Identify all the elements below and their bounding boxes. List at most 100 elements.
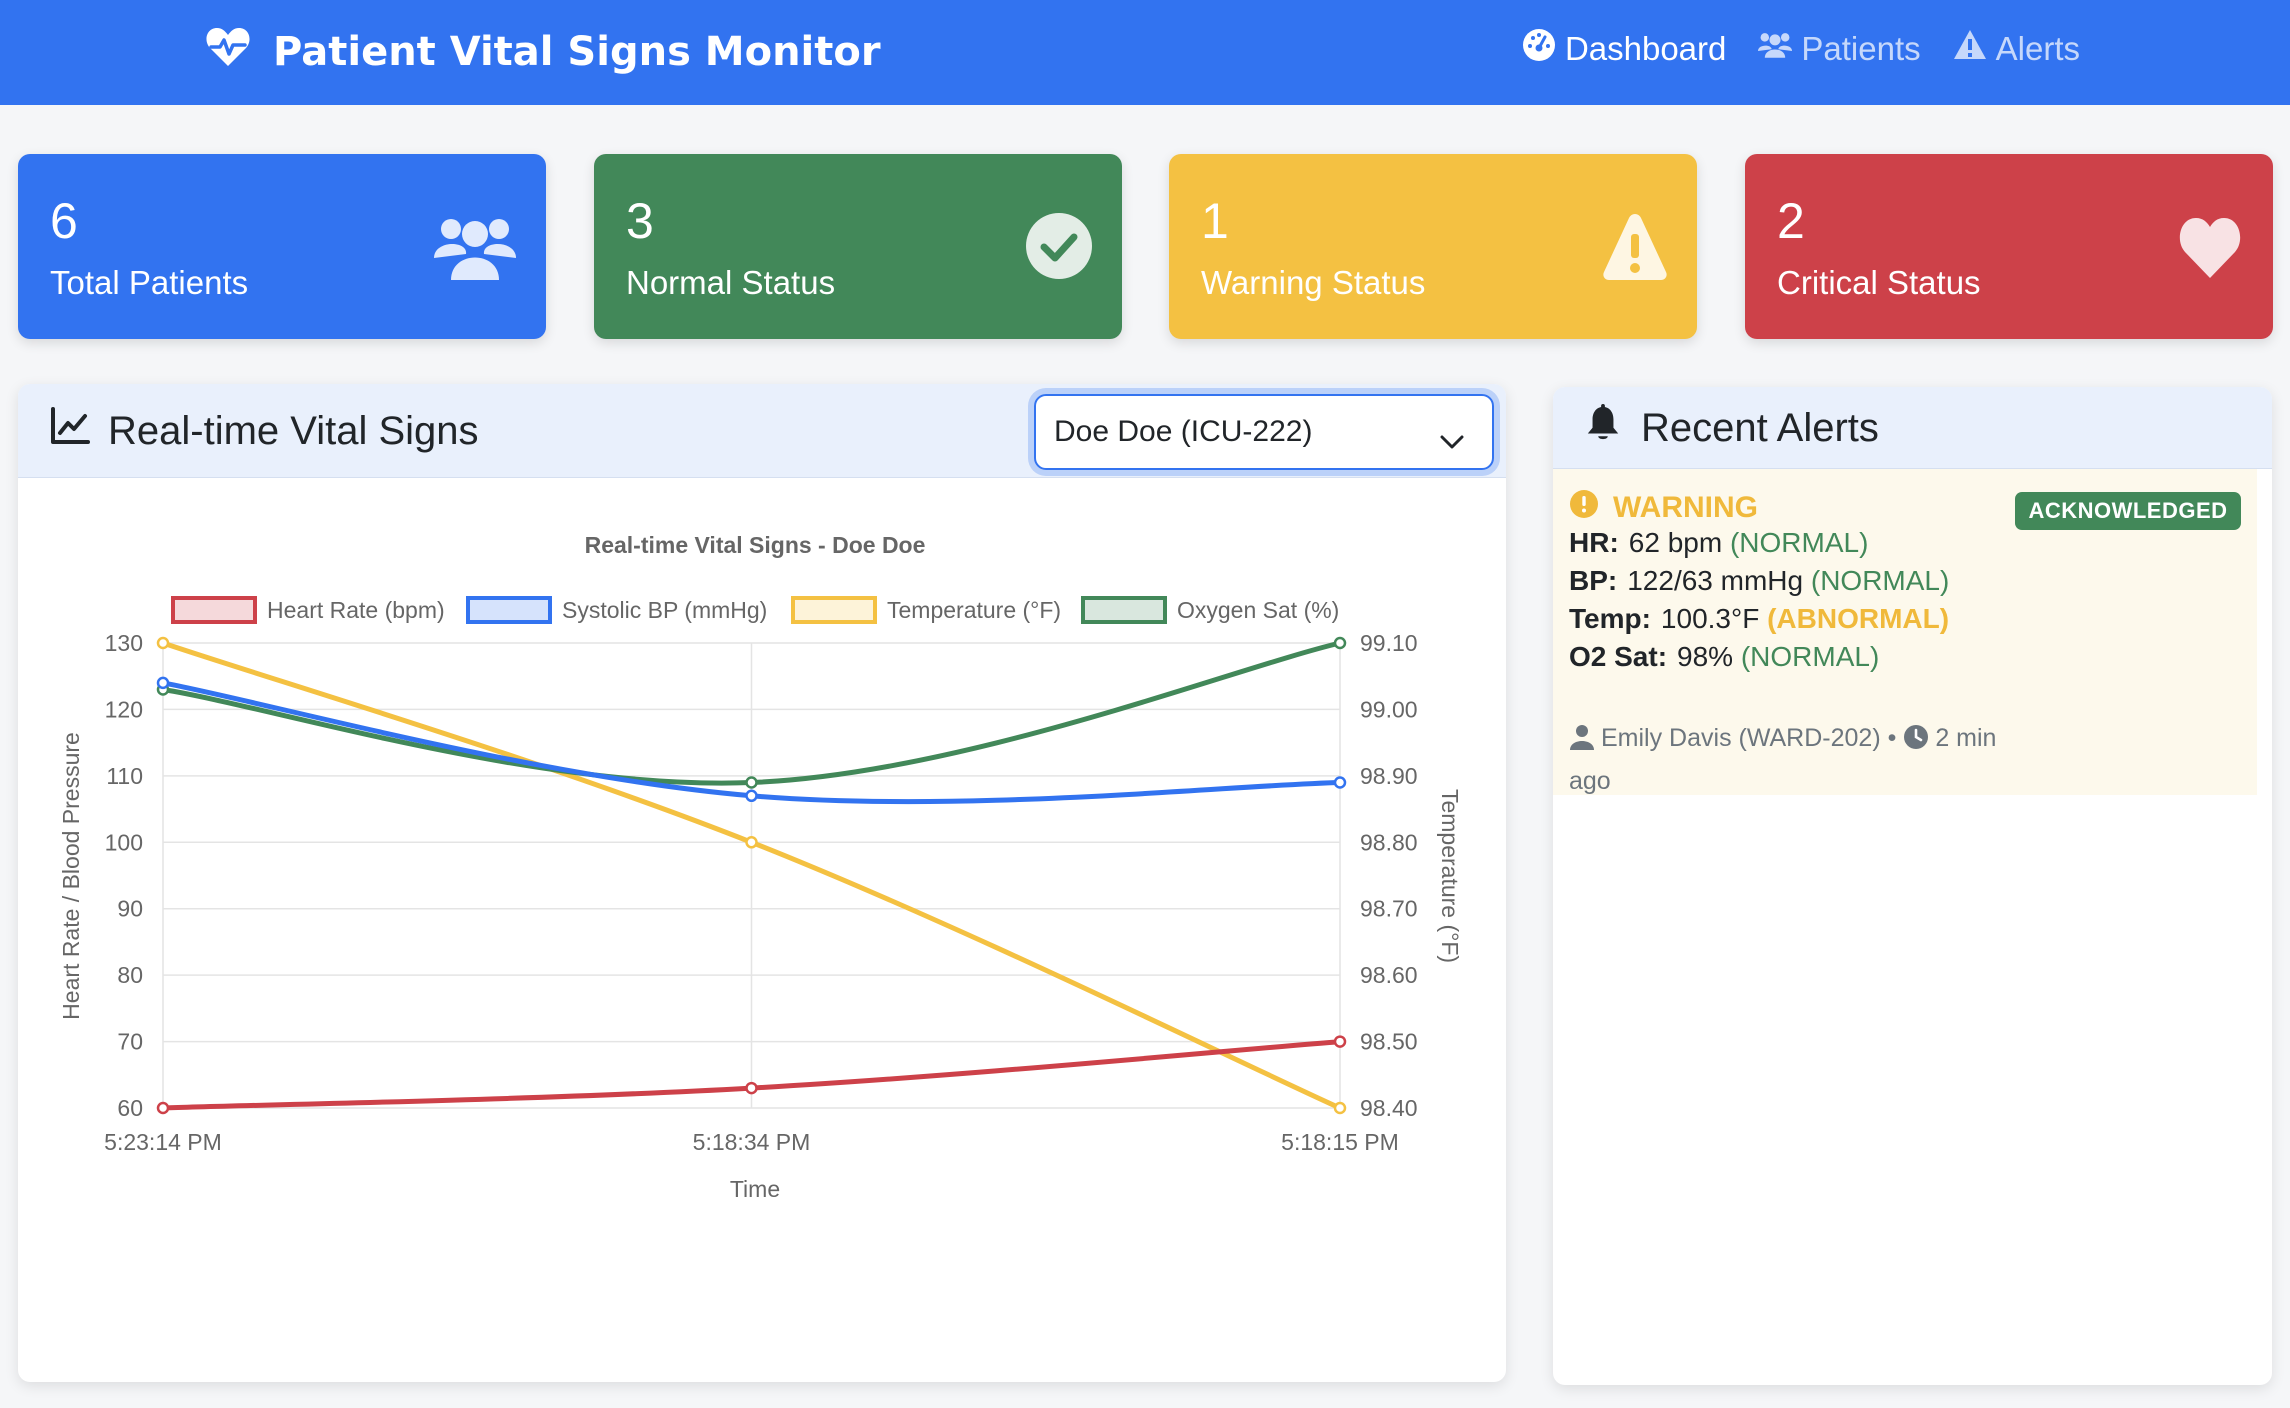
stat-card-warning: 1 Warning Status (1169, 154, 1697, 339)
users-icon (1758, 28, 1793, 70)
reading-label: HR: (1569, 527, 1619, 558)
reading-label: Temp: (1569, 603, 1651, 634)
x-tick: 5:23:14 PM (104, 1129, 222, 1155)
users-icon (434, 210, 516, 282)
x-tick: 5:18:15 PM (1281, 1129, 1399, 1155)
stat-card-normal: 3 Normal Status (594, 154, 1122, 339)
y-tick-right: 98.70 (1360, 896, 1418, 922)
meta-separator: • (1887, 724, 1897, 752)
y-tick-left: 80 (117, 962, 143, 988)
y-tick-left: 60 (117, 1095, 143, 1121)
data-point (156, 676, 170, 690)
alert-meta: Emily Davis (WARD-202) • 2 min ago (1569, 717, 2029, 803)
user-icon (1569, 724, 1601, 752)
reading-status: (NORMAL) (1740, 641, 1880, 672)
data-point (745, 776, 758, 789)
nav-patients-label: Patients (1801, 30, 1921, 67)
data-point (156, 636, 170, 650)
clock-icon (1903, 724, 1935, 752)
check-circle-icon (1010, 210, 1092, 282)
y-tick-left: 130 (105, 630, 143, 656)
reading-value: 122/63 mmHg (1627, 565, 1804, 596)
heart-pulse-icon (205, 26, 251, 78)
alert-reading-bp: BP: 122/63 mmHg (NORMAL) (1569, 565, 1949, 597)
alert-patient: Emily Davis (WARD-202) (1601, 724, 1881, 752)
data-point (745, 789, 758, 803)
gauge-icon (1522, 28, 1556, 70)
stat-label: Warning Status (1201, 264, 1426, 301)
alerts-title-text: Recent Alerts (1641, 405, 1879, 450)
stat-card-critical: 2 Critical Status (1745, 154, 2273, 339)
y-tick-left: 90 (117, 896, 143, 922)
legend-swatch (1081, 596, 1167, 624)
x-axis-label: Time (730, 1176, 780, 1202)
data-point (1333, 636, 1347, 650)
bell-icon (1583, 404, 1623, 452)
heart-icon (2161, 210, 2243, 282)
data-point (156, 1101, 170, 1115)
y-tick-left: 70 (117, 1029, 143, 1055)
x-tick: 5:18:34 PM (693, 1129, 811, 1155)
y-tick-right: 98.50 (1360, 1029, 1418, 1055)
y-tick-left: 110 (106, 763, 143, 789)
chart-title: Real-time Vital Signs - Doe Doe (585, 532, 926, 558)
alert-reading-o2: O2 Sat: 98% (NORMAL) (1569, 641, 1879, 673)
y-tick-right: 98.90 (1360, 763, 1418, 789)
reading-status: (NORMAL) (1810, 565, 1950, 596)
alert-item[interactable]: WARNING ACKNOWLEDGED HR: 62 bpm (NORMAL) … (1553, 469, 2257, 795)
nav-dashboard[interactable]: Dashboard (1522, 28, 1726, 70)
alert-reading-hr: HR: 62 bpm (NORMAL) (1569, 527, 1868, 559)
stat-value: 6 (50, 193, 78, 249)
data-point (1333, 1035, 1347, 1048)
legend-swatch (791, 596, 877, 624)
warning-icon (1953, 28, 1987, 70)
legend-label: Oxygen Sat (%) (1177, 597, 1339, 623)
y-axis-label-left: Heart Rate / Blood Pressure (58, 732, 84, 1020)
warning-icon (1585, 210, 1667, 282)
y-tick-left: 120 (105, 696, 143, 722)
y-axis-label-right: Temperature (°F) (1437, 789, 1463, 963)
reading-value: 100.3°F (1660, 603, 1760, 634)
legend-swatch (466, 596, 552, 624)
y-tick-right: 98.40 (1360, 1095, 1418, 1121)
stat-value: 1 (1201, 193, 1229, 249)
y-tick-right: 99.00 (1360, 696, 1418, 722)
alerts-panel: Recent Alerts WARNING ACKNOWLEDGED HR: 62… (1553, 387, 2272, 1385)
legend-label: Systolic BP (mmHg) (562, 597, 767, 623)
navbar: Patient Vital Signs Monitor Dashboard Pa… (0, 0, 2290, 105)
data-point (745, 836, 758, 849)
data-point (745, 1081, 758, 1095)
alert-reading-temp: Temp: 100.3°F (ABNORMAL) (1569, 603, 1949, 635)
vitals-panel: Real-time Vital Signs Doe Doe (ICU-222) … (18, 384, 1506, 1382)
y-tick-right: 98.80 (1360, 829, 1418, 855)
data-point (1333, 1101, 1347, 1115)
y-tick-left: 100 (105, 829, 143, 855)
stat-label: Normal Status (626, 264, 836, 301)
legend-swatch (171, 596, 257, 624)
y-tick-right: 99.10 (1360, 630, 1418, 656)
stat-label: Critical Status (1777, 264, 1981, 301)
alerts-panel-header: Recent Alerts (1553, 387, 2272, 469)
nav-alerts-label: Alerts (1995, 30, 2080, 67)
nav-alerts[interactable]: Alerts (1953, 28, 2080, 70)
reading-status: (ABNORMAL) (1767, 603, 1950, 634)
alerts-panel-title: Recent Alerts (1583, 404, 1879, 452)
brand-title: Patient Vital Signs Monitor (273, 29, 881, 75)
stat-label: Total Patients (50, 264, 249, 301)
nav-patients[interactable]: Patients (1758, 28, 1921, 70)
legend-label: Heart Rate (bpm) (267, 597, 445, 623)
stat-value: 3 (626, 193, 654, 249)
vital-signs-chart: 130 99.10 120 99.00 110 98.90 100 98.80 90 98.70 8… (58, 532, 1463, 1202)
reading-label: O2 Sat: (1569, 641, 1668, 672)
y-tick-right: 98.60 (1360, 962, 1418, 988)
data-point (1333, 776, 1347, 789)
stat-value: 2 (1777, 193, 1805, 249)
exclamation-circle-icon (1569, 489, 1599, 527)
legend-label: Temperature (°F) (887, 597, 1061, 623)
alert-level: WARNING (1569, 489, 1758, 527)
reading-status: (NORMAL) (1729, 527, 1869, 558)
acknowledged-badge: ACKNOWLEDGED (2015, 492, 2241, 530)
brand[interactable]: Patient Vital Signs Monitor (205, 22, 881, 82)
nav-links: Dashboard Patients Alerts (1522, 28, 2080, 70)
reading-value: 62 bpm (1628, 527, 1723, 558)
